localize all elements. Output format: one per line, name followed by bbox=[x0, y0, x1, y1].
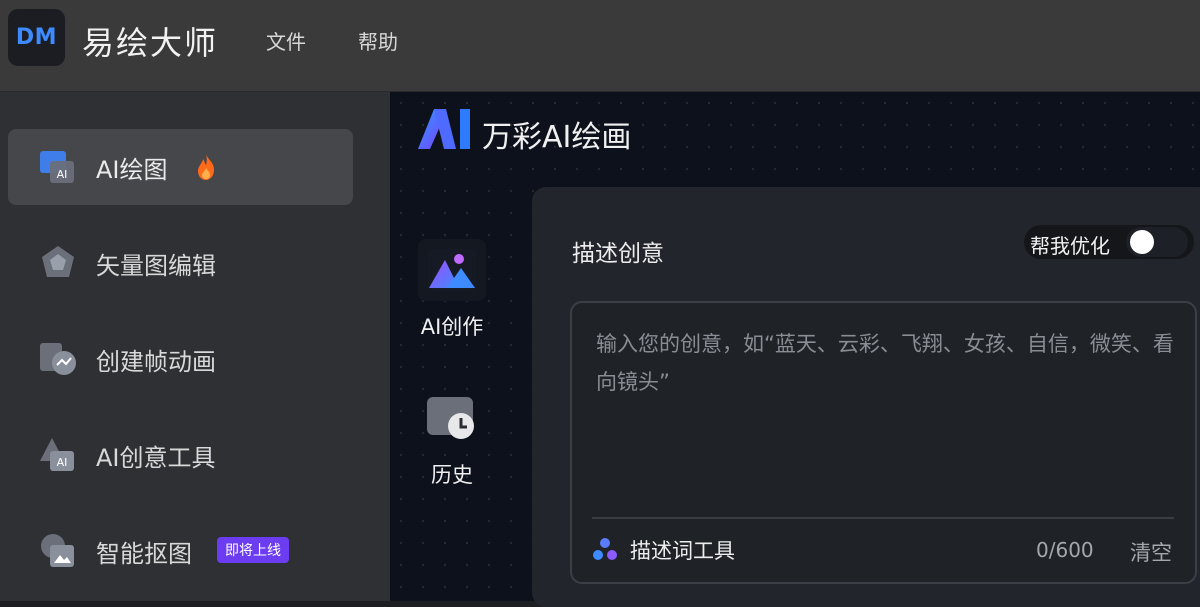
menu-file[interactable]: 文件 bbox=[266, 26, 306, 55]
sidebar-item-label: AI绘图 bbox=[96, 155, 168, 184]
sidebar-item-ai-tools[interactable]: AI AI创意工具 bbox=[8, 417, 353, 493]
sidebar-item-vector-edit[interactable]: 矢量图编辑 bbox=[8, 225, 353, 301]
prompt-box: 描述词工具 0/600 清空 bbox=[570, 301, 1197, 584]
rail-ai-create[interactable]: AI创作 bbox=[414, 239, 490, 341]
sidebar-item-label: 智能抠图 bbox=[96, 539, 192, 568]
sidebar-item-frame-animation[interactable]: 创建帧动画 bbox=[8, 321, 353, 397]
wancai-ai-logo-icon bbox=[418, 109, 470, 149]
sidebar-item-label: AI创意工具 bbox=[96, 443, 216, 472]
ai-create-icon bbox=[428, 249, 476, 291]
sidebar-item-ai-image[interactable]: AI AI绘图 bbox=[8, 129, 353, 205]
prompt-tools-icon bbox=[593, 538, 617, 560]
ai-image-icon: AI bbox=[40, 151, 74, 183]
rail-history[interactable]: 历史 bbox=[414, 387, 490, 489]
sidebar-item-label: 创建帧动画 bbox=[96, 347, 216, 376]
prompt-tools-label: 描述词工具 bbox=[630, 539, 735, 563]
optimize-label: 帮我优化 bbox=[1030, 234, 1110, 258]
rail-tile bbox=[418, 239, 486, 301]
brand-title: 万彩AI绘画 bbox=[482, 120, 632, 155]
frame-animation-icon bbox=[40, 343, 76, 375]
rail-label: 历史 bbox=[431, 463, 473, 487]
optimize-toggle-group: 帮我优化 bbox=[1024, 225, 1194, 259]
coming-soon-badge: 即将上线 bbox=[217, 537, 289, 563]
divider bbox=[592, 517, 1174, 519]
ai-tools-icon: AI bbox=[40, 438, 74, 471]
toggle-knob bbox=[1130, 230, 1154, 254]
smart-cutout-icon bbox=[41, 534, 74, 567]
app-title: 易绘大师 bbox=[82, 24, 219, 62]
sidebar-item-smart-cutout[interactable]: 智能抠图 即将上线 bbox=[8, 513, 353, 589]
prompt-input[interactable] bbox=[596, 325, 1176, 505]
fire-icon bbox=[198, 154, 214, 180]
vector-edit-icon bbox=[42, 246, 74, 277]
rail-tile bbox=[418, 387, 486, 449]
top-bar: DM 易绘大师 文件 帮助 bbox=[0, 0, 1200, 92]
prompt-tools-button[interactable]: 描述词工具 bbox=[592, 529, 735, 571]
app-logo: DM bbox=[8, 9, 65, 66]
sidebar: AI AI绘图 矢量图编辑 创建帧动画 AI AI创意工具 智能抠图 即将上线 bbox=[0, 92, 390, 601]
describe-title: 描述创意 bbox=[572, 241, 664, 267]
history-icon bbox=[427, 397, 474, 439]
clear-button[interactable]: 清空 bbox=[1130, 537, 1172, 567]
char-counter: 0/600 bbox=[1036, 538, 1094, 562]
describe-panel: 描述创意 帮我优化 描述词工具 0/600 清空 bbox=[532, 187, 1200, 607]
rail-label: AI创作 bbox=[420, 315, 484, 339]
main-area: 万彩AI绘画 AI创作 历史 描述创意 帮我优化 输入您的创意，如“蓝天、云彩、… bbox=[390, 92, 1200, 607]
optimize-toggle[interactable] bbox=[1126, 227, 1188, 257]
svg-text:AI: AI bbox=[57, 168, 68, 181]
menu-help[interactable]: 帮助 bbox=[358, 26, 398, 55]
svg-text:AI: AI bbox=[57, 456, 68, 469]
sidebar-item-label: 矢量图编辑 bbox=[96, 251, 216, 280]
